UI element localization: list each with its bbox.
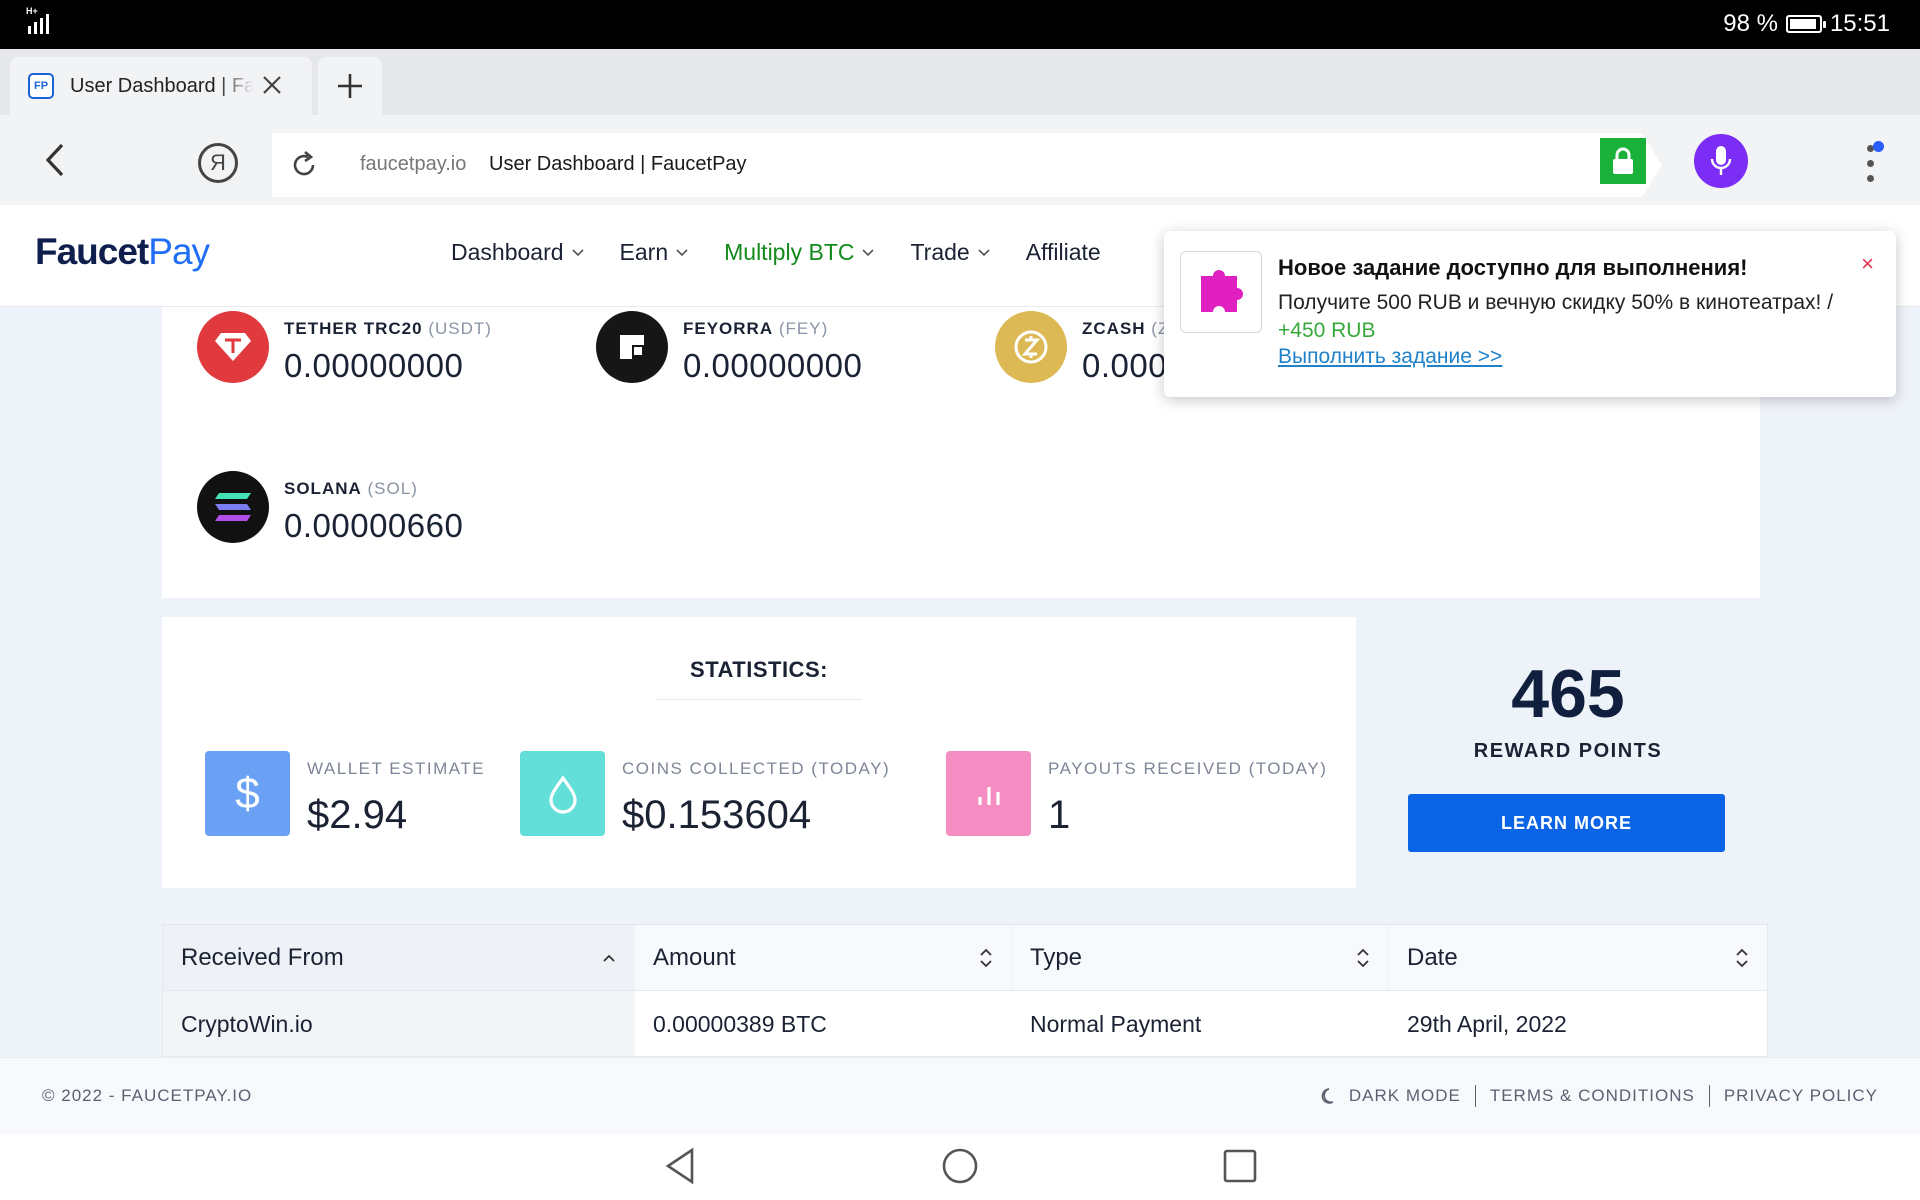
dark-mode-link[interactable]: DARK MODE xyxy=(1349,1086,1461,1106)
stat-value: $2.94 xyxy=(307,793,408,837)
stat-label: PAYOUTS RECEIVED (TODAY) xyxy=(1048,759,1328,778)
coin-fey[interactable]: FEYORRA (FEY) 0.00000000 xyxy=(596,311,862,385)
voice-search-button[interactable] xyxy=(1694,134,1748,188)
browser-toolbar: Я faucetpay.io User Dashboard | FaucetPa… xyxy=(0,115,1920,205)
cell-date: 29th April, 2022 xyxy=(1407,1011,1567,1037)
close-tab-icon[interactable] xyxy=(262,71,282,101)
coin-zcash[interactable]: ZCASH (Z 0.000 xyxy=(995,311,1169,385)
task-notification[interactable]: Новое задание доступно для выполнения! П… xyxy=(1164,231,1896,397)
chevron-down-icon xyxy=(676,248,688,256)
column-received-from[interactable]: Received From xyxy=(163,925,635,990)
cell-amount: 0.00000389 BTC xyxy=(653,1011,827,1037)
sort-asc-icon xyxy=(603,954,615,962)
learn-more-button[interactable]: LEARN MORE xyxy=(1408,794,1725,852)
coin-balance: 0.00000660 xyxy=(284,507,464,544)
notification-title: Новое задание доступно для выполнения! xyxy=(1278,255,1748,280)
puzzle-icon xyxy=(1180,251,1262,333)
lock-icon[interactable] xyxy=(1600,138,1646,184)
yandex-button[interactable]: Я xyxy=(198,143,238,183)
table-header: Received From Amount Type Date xyxy=(163,925,1767,990)
main-nav: Dashboard Earn Multiply BTC Trade Affili… xyxy=(451,239,1137,266)
chevron-down-icon xyxy=(862,248,875,256)
system-nav-bar xyxy=(0,1134,1920,1200)
cell-received-from: CryptoWin.io xyxy=(163,991,635,1056)
nav-earn[interactable]: Earn xyxy=(620,239,689,266)
terms-link[interactable]: TERMS & CONDITIONS xyxy=(1490,1086,1695,1106)
faucetpay-logo[interactable]: FaucetPay xyxy=(35,231,210,273)
column-type[interactable]: Type xyxy=(1012,925,1389,990)
nav-recents-icon[interactable] xyxy=(1218,1144,1262,1188)
zcash-icon xyxy=(995,311,1067,383)
table-row: CryptoWin.io 0.00000389 BTC Normal Payme… xyxy=(163,990,1767,1056)
reward-points-label: REWARD POINTS xyxy=(1473,740,1663,762)
tether-icon xyxy=(197,311,269,383)
clock: 15:51 xyxy=(1829,10,1890,37)
chevron-down-icon xyxy=(571,248,584,256)
signal-icon: H+ xyxy=(26,6,49,34)
copyright: © 2022 - FAUCETPAY.IO xyxy=(42,1086,253,1105)
nav-multiply-btc[interactable]: Multiply BTC xyxy=(724,239,875,266)
stat-value: $0.153604 xyxy=(622,793,812,837)
favicon-icon: FP xyxy=(28,73,54,99)
coin-sol[interactable]: SOLANA (SOL) 0.00000660 xyxy=(197,471,463,545)
sort-icon xyxy=(1736,948,1748,967)
cell-type: Normal Payment xyxy=(1030,1011,1202,1037)
solana-icon xyxy=(197,471,269,543)
payments-table: Received From Amount Type Date CryptoWin… xyxy=(162,924,1768,1057)
nav-trade[interactable]: Trade xyxy=(910,239,990,266)
battery-percent: 98 % xyxy=(1723,10,1778,37)
nav-dashboard[interactable]: Dashboard xyxy=(451,239,584,266)
stat-wallet-estimate: $ WALLET ESTIMATE $2.94 xyxy=(205,751,485,838)
column-amount[interactable]: Amount xyxy=(635,925,1012,990)
status-right: 98 % 15:51 xyxy=(1723,10,1890,38)
address-domain: faucetpay.io xyxy=(360,153,467,175)
column-date[interactable]: Date xyxy=(1389,925,1767,990)
nav-home-icon[interactable] xyxy=(938,1144,982,1188)
tab-strip: FP User Dashboard | FaucetPay xyxy=(0,49,1920,115)
dollar-icon: $ xyxy=(205,751,290,836)
address-bar[interactable]: faucetpay.io User Dashboard | FaucetPay xyxy=(272,133,1662,197)
drop-icon xyxy=(520,751,605,836)
back-button[interactable] xyxy=(36,137,76,183)
bar-chart-icon xyxy=(946,751,1031,836)
stat-payouts-received: PAYOUTS RECEIVED (TODAY) 1 xyxy=(946,751,1327,838)
notification-bonus: +450 RUB xyxy=(1278,319,1376,342)
coin-balance: 0.000 xyxy=(1082,347,1168,384)
notification-body: Получите 500 RUB и вечную скидку 50% в к… xyxy=(1278,291,1834,314)
privacy-link[interactable]: PRIVACY POLICY xyxy=(1724,1086,1878,1106)
nav-back-icon[interactable] xyxy=(660,1144,704,1188)
status-bar: H+ 98 % 15:51 xyxy=(0,0,1920,49)
sort-icon xyxy=(980,948,992,967)
nav-affiliate[interactable]: Affiliate xyxy=(1026,239,1101,266)
browser-tab[interactable]: FP User Dashboard | FaucetPay xyxy=(10,57,312,115)
moon-icon xyxy=(1321,1088,1334,1104)
tab-title: User Dashboard | FaucetPay xyxy=(70,74,254,97)
coin-balance: 0.00000000 xyxy=(683,347,863,384)
stat-label: COINS COLLECTED (TODAY) xyxy=(622,759,891,778)
stat-value: 1 xyxy=(1048,793,1071,837)
battery-icon xyxy=(1785,15,1826,33)
divider xyxy=(656,699,862,700)
stat-coins-collected: COINS COLLECTED (TODAY) $0.153604 xyxy=(520,751,890,838)
sort-icon xyxy=(1357,948,1369,967)
site-footer: © 2022 - FAUCETPAY.IO DARK MODE TERMS & … xyxy=(0,1057,1920,1134)
network-type: H+ xyxy=(26,6,38,16)
reward-points-value: 465 xyxy=(1511,656,1625,732)
new-tab-button[interactable] xyxy=(318,57,382,115)
feyorra-icon xyxy=(596,311,668,383)
statistics-panel: STATISTICS: $ WALLET ESTIMATE $2.94 COIN… xyxy=(162,617,1356,888)
footer-links: DARK MODE TERMS & CONDITIONS PRIVACY POL… xyxy=(1321,1085,1878,1107)
close-icon[interactable]: × xyxy=(1861,251,1874,277)
stat-label: WALLET ESTIMATE xyxy=(307,759,486,778)
address-page-title: User Dashboard | FaucetPay xyxy=(489,153,747,175)
chevron-down-icon xyxy=(978,248,990,256)
reload-icon[interactable] xyxy=(286,147,322,183)
coin-usdt[interactable]: TETHER TRC20 (USDT) 0.00000000 xyxy=(197,311,492,385)
coin-balance: 0.00000000 xyxy=(284,347,464,384)
statistics-title: STATISTICS: xyxy=(690,657,828,682)
browser-menu-icon[interactable] xyxy=(1862,141,1884,189)
notification-link[interactable]: Выполнить задание >> xyxy=(1278,345,1502,369)
